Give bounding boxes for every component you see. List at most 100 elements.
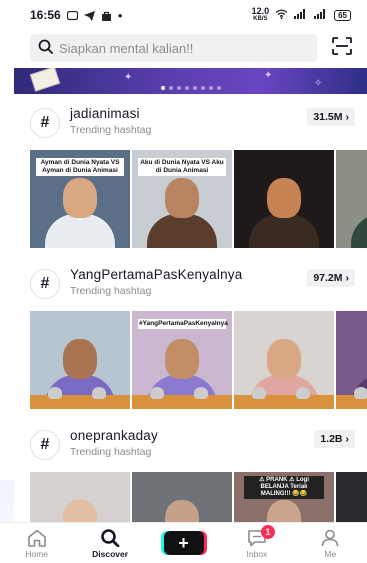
nav-me-label: Me bbox=[324, 549, 337, 559]
pager-dot bbox=[184, 86, 189, 90]
hashtag-name: jadianimasi bbox=[70, 106, 140, 121]
pager-dot bbox=[216, 86, 221, 90]
pager-dot bbox=[176, 86, 181, 90]
bag-icon bbox=[101, 10, 112, 21]
bottom-nav: Home Discover + 1 Inbox Me bbox=[0, 522, 367, 563]
promo-banner[interactable]: ✦ ✦ ✧ bbox=[14, 68, 367, 94]
video-thumbnail[interactable]: Ayman di Dunia Nyata VS Ayman di Dunia A… bbox=[30, 150, 130, 248]
network-speed-unit: KB/S bbox=[253, 16, 268, 22]
cat-figure bbox=[92, 387, 106, 399]
status-right: 12.0 KB/S 65 bbox=[252, 7, 351, 23]
video-thumbnail[interactable] bbox=[30, 311, 130, 409]
message-icon bbox=[66, 10, 78, 21]
nav-home[interactable]: Home bbox=[0, 529, 73, 559]
status-time: 16:56 bbox=[30, 8, 61, 22]
cat-figure bbox=[194, 387, 208, 399]
sparkle-icon: ✧ bbox=[314, 78, 323, 89]
view-count-button[interactable]: 1.2B › bbox=[314, 430, 355, 448]
hashtag-subtitle: Trending hashtag bbox=[70, 285, 152, 297]
person-figure bbox=[351, 214, 367, 248]
hashtag-name: YangPertamaPasKenyalnya bbox=[70, 267, 243, 282]
pager-dot bbox=[160, 86, 165, 90]
video-thumbnail[interactable] bbox=[336, 150, 367, 248]
person-figure bbox=[147, 214, 217, 248]
chevron-right-icon: › bbox=[345, 272, 350, 284]
view-count: 31.5M bbox=[313, 111, 343, 123]
table-surface bbox=[132, 395, 232, 409]
status-left: 16:56 ● bbox=[30, 8, 123, 22]
search-icon bbox=[38, 39, 53, 57]
nav-me[interactable]: Me bbox=[294, 529, 367, 559]
person-face bbox=[267, 339, 301, 379]
search-icon bbox=[100, 529, 120, 547]
view-count: 97.2M bbox=[313, 272, 343, 284]
signal-icon bbox=[294, 9, 308, 21]
pager-dot bbox=[168, 86, 173, 90]
search-placeholder: Siapkan mental kalian!! bbox=[59, 40, 194, 56]
wifi-icon bbox=[275, 9, 288, 21]
hashtag-subtitle: Trending hashtag bbox=[70, 124, 152, 136]
hashtag-header[interactable]: # jadianimasi Trending hashtag 31.5M › bbox=[30, 104, 355, 144]
person-face bbox=[165, 178, 199, 218]
table-surface bbox=[30, 395, 130, 409]
network-speed-value: 12.0 bbox=[251, 6, 270, 16]
book-illustration bbox=[29, 68, 61, 92]
battery-icon: 65 bbox=[334, 9, 351, 21]
nav-inbox-label: Inbox bbox=[246, 549, 268, 559]
person-face bbox=[165, 339, 199, 379]
create-button[interactable]: + bbox=[163, 531, 204, 555]
person-figure bbox=[249, 214, 319, 248]
hashtag-icon: # bbox=[30, 430, 60, 460]
video-thumbnail[interactable] bbox=[234, 311, 334, 409]
search-input[interactable]: Siapkan mental kalian!! bbox=[30, 34, 317, 62]
video-thumbnails: Ayman di Dunia Nyata VS Ayman di Dunia A… bbox=[30, 150, 367, 248]
hashtag-name: oneprankaday bbox=[70, 428, 158, 443]
network-speed: 12.0 KB/S bbox=[252, 7, 270, 23]
hashtag-subtitle: Trending hashtag bbox=[70, 446, 152, 458]
search-row: Siapkan mental kalian!! bbox=[0, 33, 367, 63]
person-face bbox=[63, 178, 97, 218]
video-thumbnails: #YangPertamaPasKenyalnya bbox=[30, 311, 367, 409]
thumbnail-caption: Ayman di Dunia Nyata VS Ayman di Dunia A… bbox=[36, 158, 124, 176]
table-surface bbox=[234, 395, 334, 409]
status-bar: 16:56 ● 12.0 KB/S 65 bbox=[0, 0, 367, 30]
plus-icon: + bbox=[178, 533, 189, 553]
video-thumbnail[interactable]: #YangPertamaPasKenyalnya bbox=[132, 311, 232, 409]
chevron-right-icon: › bbox=[345, 433, 350, 445]
thumbnail-caption: #YangPertamaPasKenyalnya bbox=[138, 319, 228, 329]
video-thumbnail[interactable]: Aku di Dunia Nyata VS Aku di Dunia Anima… bbox=[132, 150, 232, 248]
view-count-button[interactable]: 31.5M › bbox=[307, 108, 355, 126]
video-thumbnail[interactable] bbox=[234, 150, 334, 248]
thumbnail-caption: ⚠ PRANK ⚠ Logi BELANJA Teriak MALING!!! … bbox=[244, 476, 324, 499]
hashtag-header[interactable]: # YangPertamaPasKenyalnya Trending hasht… bbox=[30, 265, 355, 305]
pager-dot bbox=[208, 86, 213, 90]
nav-create[interactable]: + bbox=[147, 529, 220, 555]
pager-dot bbox=[200, 86, 205, 90]
nav-home-label: Home bbox=[25, 549, 49, 559]
view-count-button[interactable]: 97.2M › bbox=[307, 269, 355, 287]
sparkle-icon: ✦ bbox=[264, 70, 273, 81]
thumbnail-caption: Aku di Dunia Nyata VS Aku di Dunia Anima… bbox=[138, 158, 226, 176]
chevron-right-icon: › bbox=[345, 111, 350, 123]
video-thumbnail[interactable] bbox=[336, 311, 367, 409]
home-icon bbox=[27, 529, 47, 547]
dot-icon: ● bbox=[117, 10, 123, 20]
hashtag-icon: # bbox=[30, 108, 60, 138]
person-face bbox=[267, 178, 301, 218]
signal-icon-2 bbox=[314, 9, 328, 21]
scan-button[interactable] bbox=[331, 36, 353, 59]
nav-inbox[interactable]: 1 Inbox bbox=[220, 525, 293, 559]
telegram-icon bbox=[83, 10, 95, 21]
banner-pager bbox=[160, 86, 221, 90]
person-face bbox=[63, 339, 97, 379]
sparkle-icon: ✦ bbox=[124, 72, 133, 83]
inbox-badge: 1 bbox=[260, 525, 275, 539]
view-count: 1.2B bbox=[320, 433, 343, 445]
nav-discover-label: Discover bbox=[92, 549, 129, 559]
hashtag-header[interactable]: # oneprankaday Trending hashtag 1.2B › bbox=[30, 426, 355, 466]
cat-figure bbox=[48, 387, 62, 399]
cat-figure bbox=[354, 387, 367, 399]
profile-icon bbox=[320, 529, 340, 547]
cat-figure bbox=[150, 387, 164, 399]
nav-discover[interactable]: Discover bbox=[73, 529, 146, 559]
